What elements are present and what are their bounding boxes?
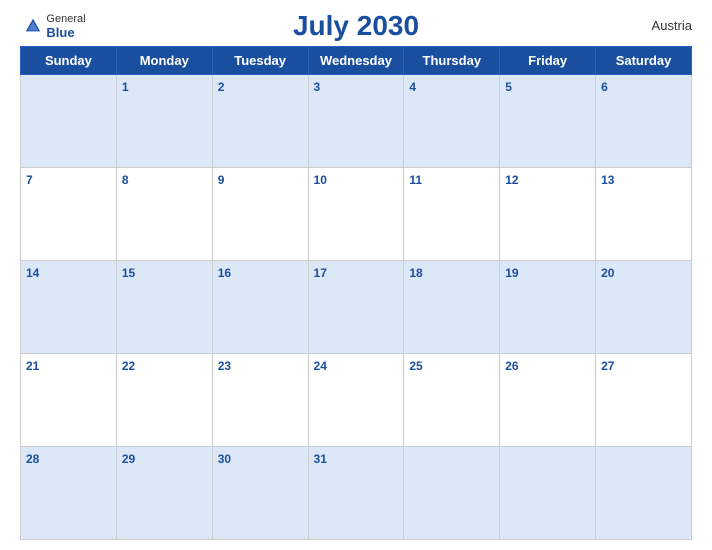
logo-general: General [46, 13, 85, 25]
day-number: 25 [409, 359, 422, 373]
calendar-cell [404, 447, 500, 540]
day-number: 15 [122, 266, 135, 280]
calendar-cell: 23 [212, 354, 308, 447]
month-title: July 2030 [293, 10, 419, 42]
day-number: 31 [314, 452, 327, 466]
day-number: 12 [505, 173, 518, 187]
col-tuesday: Tuesday [212, 47, 308, 75]
calendar-cell: 31 [308, 447, 404, 540]
calendar-cell: 11 [404, 168, 500, 261]
day-number: 24 [314, 359, 327, 373]
calendar-cell: 20 [596, 261, 692, 354]
calendar-cell: 18 [404, 261, 500, 354]
calendar-cell: 21 [21, 354, 117, 447]
day-number: 2 [218, 80, 225, 94]
day-number: 7 [26, 173, 33, 187]
calendar-cell: 28 [21, 447, 117, 540]
day-number: 28 [26, 452, 39, 466]
logo-blue: Blue [46, 25, 85, 40]
day-number: 4 [409, 80, 416, 94]
day-number: 13 [601, 173, 614, 187]
day-number: 17 [314, 266, 327, 280]
day-number: 20 [601, 266, 614, 280]
day-number: 9 [218, 173, 225, 187]
calendar-cell: 13 [596, 168, 692, 261]
calendar-cell: 24 [308, 354, 404, 447]
calendar-cell [500, 447, 596, 540]
day-number: 19 [505, 266, 518, 280]
calendar-cell: 26 [500, 354, 596, 447]
calendar-cell: 25 [404, 354, 500, 447]
day-number: 27 [601, 359, 614, 373]
calendar-cell: 9 [212, 168, 308, 261]
day-number: 18 [409, 266, 422, 280]
day-number: 22 [122, 359, 135, 373]
calendar-cell: 7 [21, 168, 117, 261]
logo-icon [24, 17, 42, 35]
calendar-cell [21, 75, 117, 168]
day-number: 23 [218, 359, 231, 373]
day-number: 26 [505, 359, 518, 373]
calendar-cell: 17 [308, 261, 404, 354]
calendar-cell: 29 [116, 447, 212, 540]
calendar-week-1: 1 2 3 4 5 6 [21, 75, 692, 168]
day-number: 29 [122, 452, 135, 466]
col-wednesday: Wednesday [308, 47, 404, 75]
day-number: 16 [218, 266, 231, 280]
country-label: Austria [652, 18, 692, 33]
day-number: 6 [601, 80, 608, 94]
calendar-week-5: 28 29 30 31 [21, 447, 692, 540]
day-number: 21 [26, 359, 39, 373]
calendar-week-4: 21 22 23 24 25 26 27 [21, 354, 692, 447]
day-number: 3 [314, 80, 321, 94]
calendar-cell: 16 [212, 261, 308, 354]
calendar-cell: 27 [596, 354, 692, 447]
col-monday: Monday [116, 47, 212, 75]
calendar-cell: 12 [500, 168, 596, 261]
calendar-cell: 14 [21, 261, 117, 354]
calendar-cell: 3 [308, 75, 404, 168]
calendar-cell [596, 447, 692, 540]
calendar-cell: 1 [116, 75, 212, 168]
day-number: 8 [122, 173, 129, 187]
calendar-week-3: 14 15 16 17 18 19 20 [21, 261, 692, 354]
calendar-cell: 5 [500, 75, 596, 168]
page-header: General Blue July 2030 Austria [20, 10, 692, 42]
col-thursday: Thursday [404, 47, 500, 75]
calendar-cell: 19 [500, 261, 596, 354]
day-number: 11 [409, 173, 422, 187]
logo: General Blue [20, 13, 90, 40]
col-sunday: Sunday [21, 47, 117, 75]
calendar-cell: 30 [212, 447, 308, 540]
calendar-cell: 4 [404, 75, 500, 168]
day-number: 30 [218, 452, 231, 466]
calendar-cell: 10 [308, 168, 404, 261]
calendar-cell: 2 [212, 75, 308, 168]
calendar-week-2: 7 8 9 10 11 12 13 [21, 168, 692, 261]
day-number: 5 [505, 80, 512, 94]
calendar-cell: 15 [116, 261, 212, 354]
calendar-cell: 22 [116, 354, 212, 447]
calendar-cell: 8 [116, 168, 212, 261]
calendar-table: Sunday Monday Tuesday Wednesday Thursday… [20, 46, 692, 540]
calendar-header-row: Sunday Monday Tuesday Wednesday Thursday… [21, 47, 692, 75]
calendar-cell: 6 [596, 75, 692, 168]
day-number: 14 [26, 266, 39, 280]
col-friday: Friday [500, 47, 596, 75]
day-number: 10 [314, 173, 327, 187]
day-number: 1 [122, 80, 129, 94]
col-saturday: Saturday [596, 47, 692, 75]
